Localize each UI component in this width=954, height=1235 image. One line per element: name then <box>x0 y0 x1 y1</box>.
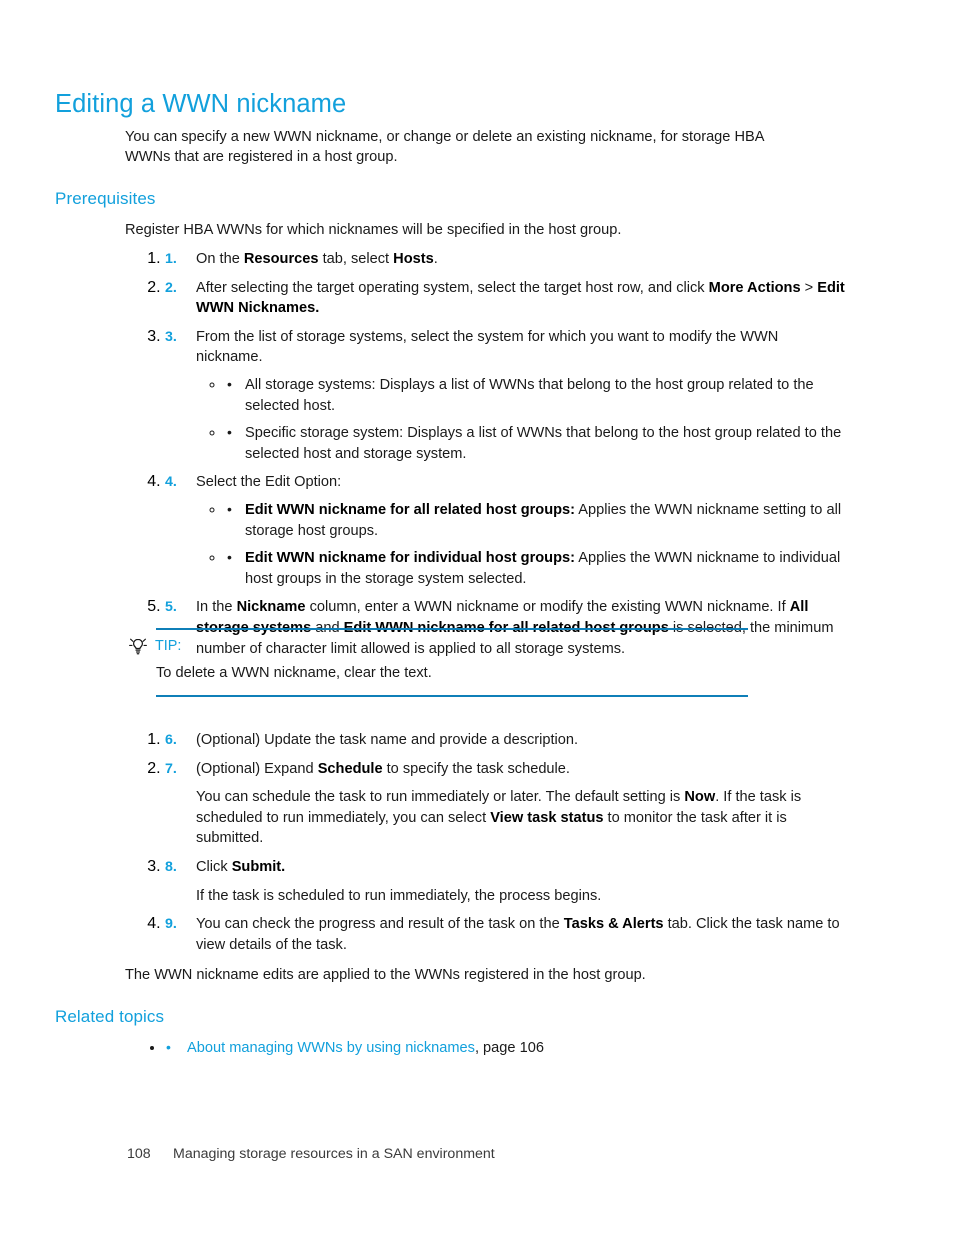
procedure-step: 7. (Optional) Expand Schedule to specify … <box>165 759 845 849</box>
plain-text: . <box>433 251 438 267</box>
bullet-marker: • <box>227 424 232 441</box>
page-title: Editing a WWN nickname <box>55 90 347 119</box>
bullet-marker: • <box>227 549 232 566</box>
procedure-steps-list: 1. On the Resources tab, select Hosts. 2. A… <box>125 249 845 667</box>
bullet-item: • Edit WWN nickname for all related host … <box>225 500 845 541</box>
step-text: Click Submit. <box>196 859 285 875</box>
step-number: 6. <box>165 732 177 748</box>
emphasis-text: Submit. <box>231 858 286 875</box>
emphasis-text: View task status <box>490 809 604 826</box>
plain-text: You can check the progress and result of… <box>196 916 564 933</box>
procedure-step: 1. On the Resources tab, select Hosts. <box>165 249 845 270</box>
related-topic-link[interactable]: About managing WWNs by using nicknames <box>187 1040 475 1056</box>
tip-top-rule <box>156 628 748 630</box>
step-number: 9. <box>165 916 177 933</box>
related-topic-item: • About managing WWNs by using nicknames,… <box>165 1038 845 1059</box>
section-heading-related-topics: Related topics <box>55 1007 165 1027</box>
step-number: 7. <box>165 760 177 777</box>
plain-text: After selecting the target operating sys… <box>196 279 709 296</box>
bullet-text: Edit WWN nickname for all related host g… <box>245 502 841 539</box>
step-number: 2. <box>165 279 177 296</box>
step-number: 1. <box>165 251 177 267</box>
plain-text: On the <box>196 251 244 267</box>
procedure-step: 4. Select the Edit Option: • Edit WWN nickn… <box>165 472 845 589</box>
related-topics-list: • About managing WWNs by using nicknames,… <box>125 1038 845 1059</box>
emphasis-text: Now <box>684 789 716 806</box>
step-text: You can check the progress and result of… <box>196 916 840 953</box>
step-number: 4. <box>165 474 177 491</box>
footer-page-number: 108 <box>127 1146 151 1162</box>
plain-text: All storage systems: Displays a list of … <box>245 376 814 414</box>
procedure-step: 6. (Optional) Update the task name and pr… <box>165 730 845 751</box>
prerequisites-intro: Register HBA WWNs for which nicknames wi… <box>125 221 622 238</box>
bullet-text: All storage systems: Displays a list of … <box>245 377 814 414</box>
step-text: (Optional) Expand Schedule to specify th… <box>196 761 570 777</box>
emphasis-text: Tasks & Alerts <box>563 916 664 933</box>
plain-text: to specify the task schedule. <box>382 760 570 777</box>
step-text: On the Resources tab, select Hosts. <box>196 251 438 267</box>
emphasis-text: Resources <box>243 251 319 267</box>
related-topic-page-reference: , page 106 <box>474 1040 544 1056</box>
bullet-marker: • <box>227 500 232 517</box>
page-footer: 108 Managing storage resources in a SAN … <box>127 1145 495 1163</box>
plain-text: Select the Edit Option: <box>196 474 342 491</box>
tip-label: TIP: <box>155 638 182 654</box>
plain-text: Specific storage system: Displays a list… <box>245 425 842 462</box>
lightbulb-icon <box>128 636 148 656</box>
plain-text: tab, select <box>318 251 394 267</box>
plain-text: (Optional) Update the task name and prov… <box>196 732 579 748</box>
plain-text: In the <box>196 599 237 616</box>
plain-text: > <box>800 279 818 296</box>
tip-bottom-rule <box>156 694 748 697</box>
step-number: 5. <box>165 599 177 616</box>
footer-chapter-title: Managing storage resources in a SAN envi… <box>173 1146 495 1162</box>
bullet-item: • Edit WWN nickname for individual host g… <box>225 548 845 589</box>
document-page: Editing a WWN nickname You can specify a… <box>0 0 954 1235</box>
step-text: From the list of storage systems, select… <box>196 329 778 366</box>
plain-text: You can schedule the task to run immedia… <box>196 789 685 806</box>
step-continuation-paragraph: You can schedule the task to run immedia… <box>196 787 845 849</box>
emphasis-text: Edit WWN nickname for all related host g… <box>245 501 576 518</box>
step-text: (Optional) Update the task name and prov… <box>196 732 578 748</box>
step-number: 8. <box>165 858 177 875</box>
emphasis-text: Nickname <box>236 599 306 616</box>
closing-paragraph: The WWN nickname edits are applied to th… <box>125 966 646 983</box>
step-bullet-list: • Edit WWN nickname for all related host … <box>196 500 845 589</box>
procedure-steps-list-continued: 6. (Optional) Update the task name and pr… <box>125 730 845 963</box>
plain-text: Click <box>196 858 232 875</box>
tip-admonition: TIP: To delete a WWN nickname, clear the… <box>128 628 748 697</box>
tip-header: TIP: <box>128 636 748 656</box>
tip-text: To delete a WWN nickname, clear the text… <box>156 665 432 681</box>
bullet-item: • All storage systems: Displays a list of… <box>225 375 845 416</box>
procedure-step: 8. Click Submit. If the task is scheduled … <box>165 857 845 906</box>
step-text: After selecting the target operating sys… <box>196 280 845 317</box>
step-bullet-list: • All storage systems: Displays a list of… <box>196 375 845 464</box>
plain-text: From the list of storage systems, select… <box>196 328 779 366</box>
bullet-text: Edit WWN nickname for individual host gr… <box>245 550 840 587</box>
plain-text: column, enter a WWN nickname or modify t… <box>305 599 790 616</box>
emphasis-text: Schedule <box>317 760 383 777</box>
step-continuation-paragraph: If the task is scheduled to run immediat… <box>196 886 845 907</box>
intro-paragraph: You can specify a new WWN nickname, or c… <box>125 128 764 166</box>
emphasis-text: Hosts <box>393 251 434 267</box>
emphasis-text: More Actions <box>708 279 801 296</box>
procedure-step: 9. You can check the progress and result … <box>165 914 845 955</box>
step-number: 3. <box>165 328 177 345</box>
procedure-step: 2. After selecting the target operating s… <box>165 278 845 319</box>
bullet-item: • Specific storage system: Displays a lis… <box>225 423 845 464</box>
procedure-step: 3. From the list of storage systems, sele… <box>165 327 845 465</box>
emphasis-text: Edit WWN nickname for individual host gr… <box>245 550 575 567</box>
bullet-marker: • <box>166 1039 171 1055</box>
plain-text: If the task is scheduled to run immediat… <box>196 887 602 904</box>
bullet-text: Specific storage system: Displays a list… <box>245 425 841 462</box>
plain-text: (Optional) Expand <box>196 760 318 777</box>
section-heading-prerequisites: Prerequisites <box>55 189 156 209</box>
bullet-marker: • <box>227 375 232 392</box>
step-text: Select the Edit Option: <box>196 474 341 490</box>
